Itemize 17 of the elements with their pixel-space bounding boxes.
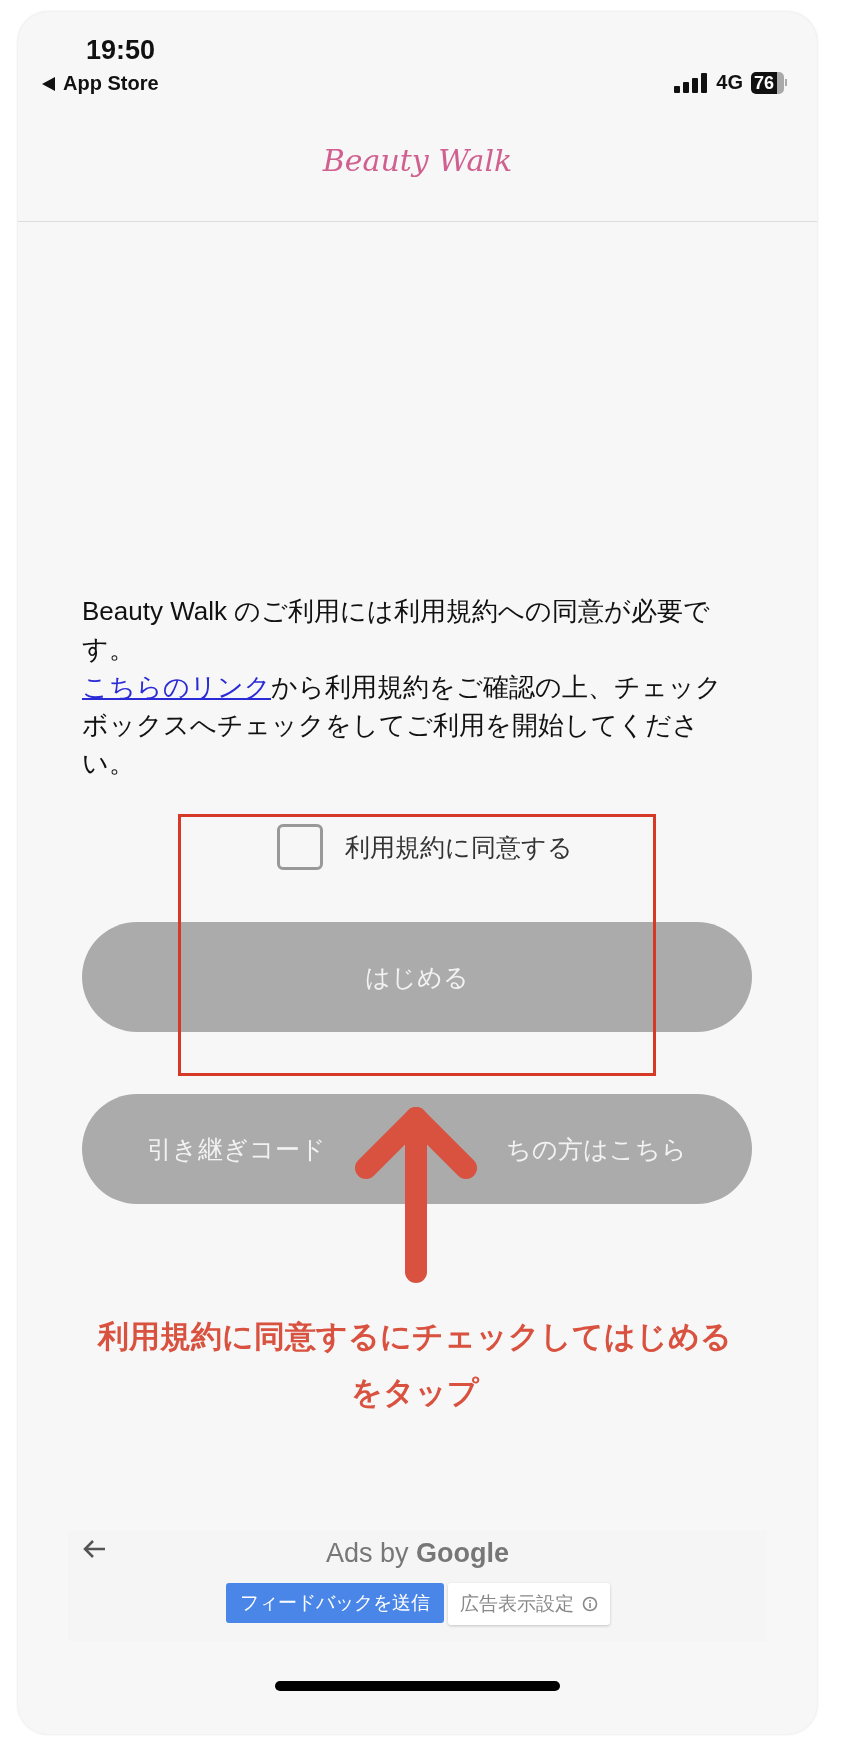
terms-notice: Beauty Walk のご利用には利用規約への同意が必要です。 — [82, 595, 712, 666]
back-link[interactable]: App Store — [63, 72, 159, 95]
status-time: 19:50 — [86, 34, 157, 66]
ads-by-label: Ads by Google — [325, 1537, 509, 1569]
agree-label[interactable]: 利用規約に同意する — [344, 830, 573, 864]
app-logo: Beauty Walk — [322, 143, 513, 178]
instruction-caption: 利用規約に同意するにチェックしてはじめるをタップ — [96, 1318, 733, 1412]
network-label: 4G — [716, 71, 743, 94]
send-feedback-button[interactable]: フィードバックを送信 — [225, 1583, 444, 1623]
agree-checkbox[interactable] — [276, 824, 323, 870]
back-arrow-icon[interactable] — [82, 1539, 106, 1559]
terms-link[interactable]: こちらのリンク — [82, 672, 271, 702]
signal-icon — [674, 72, 709, 93]
back-triangle-icon[interactable] — [42, 76, 55, 91]
info-icon — [581, 1596, 598, 1612]
ad-settings-button[interactable]: 広告表示設定 — [447, 1583, 610, 1625]
terms-instructions: こちらのリンク から利用規約をご確認の上、チェックボックスへチェックをしてご利用を開始してください。 — [82, 671, 723, 780]
